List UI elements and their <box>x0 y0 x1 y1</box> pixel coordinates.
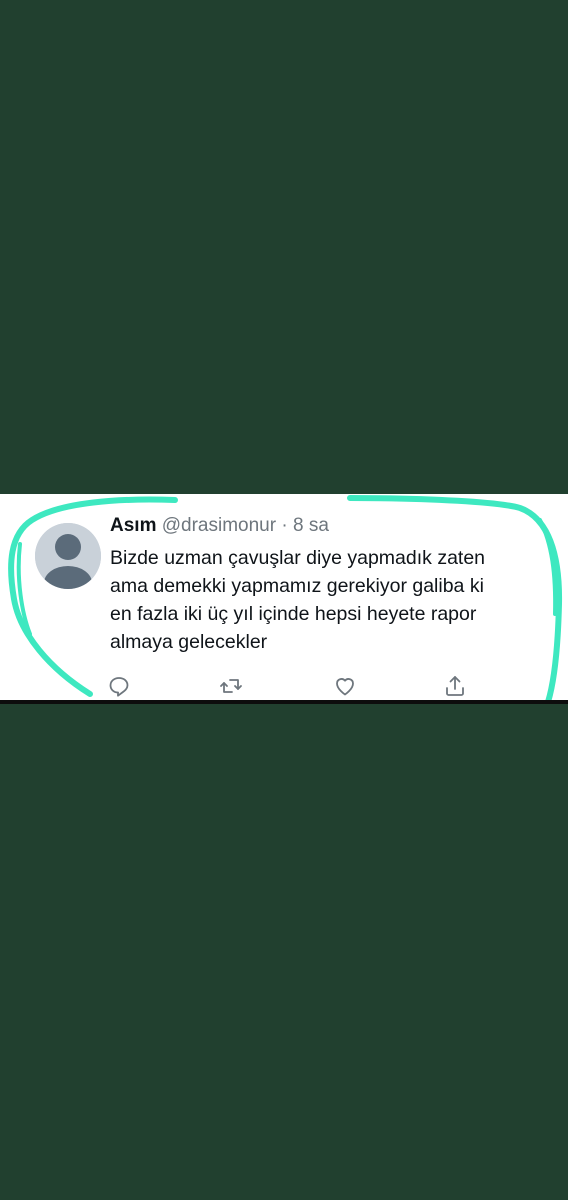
tweet-text-line: Bizde uzman çavuşlar diye yapmadık zaten <box>110 547 486 569</box>
tweet-text-line: ama demekki yapmamız gerekiyor galiba ki <box>110 575 484 597</box>
like-button[interactable] <box>333 674 357 698</box>
tweet-text-line: almaya gelecekler <box>110 631 268 653</box>
tweet-text: Bizde uzman çavuşlar diye yapmadık zaten… <box>110 544 550 656</box>
share-icon <box>446 676 464 696</box>
tweet-timestamp[interactable]: 8 sa <box>293 515 329 536</box>
tweet-header: Asım @drasimonur · 8 sa <box>110 514 329 538</box>
heart-icon <box>336 678 354 696</box>
reply-button[interactable] <box>107 674 131 698</box>
display-name[interactable]: Asım <box>110 515 156 536</box>
reply-icon <box>109 677 129 697</box>
card-bottom-border <box>0 700 568 704</box>
retweet-button[interactable] <box>219 674 243 698</box>
tweet-card[interactable]: Asım @drasimonur · 8 sa Bizde uzman çavu… <box>0 494 568 702</box>
user-handle[interactable]: @drasimonur <box>162 515 276 536</box>
default-avatar-icon <box>35 523 101 589</box>
header-separator: · <box>281 515 288 536</box>
share-button[interactable] <box>443 674 467 698</box>
tweet-actions <box>0 674 568 698</box>
retweet-icon <box>220 679 242 693</box>
tweet-text-line: en fazla iki üç yıl içinde hepsi heyete … <box>110 603 477 625</box>
avatar[interactable] <box>35 523 101 589</box>
